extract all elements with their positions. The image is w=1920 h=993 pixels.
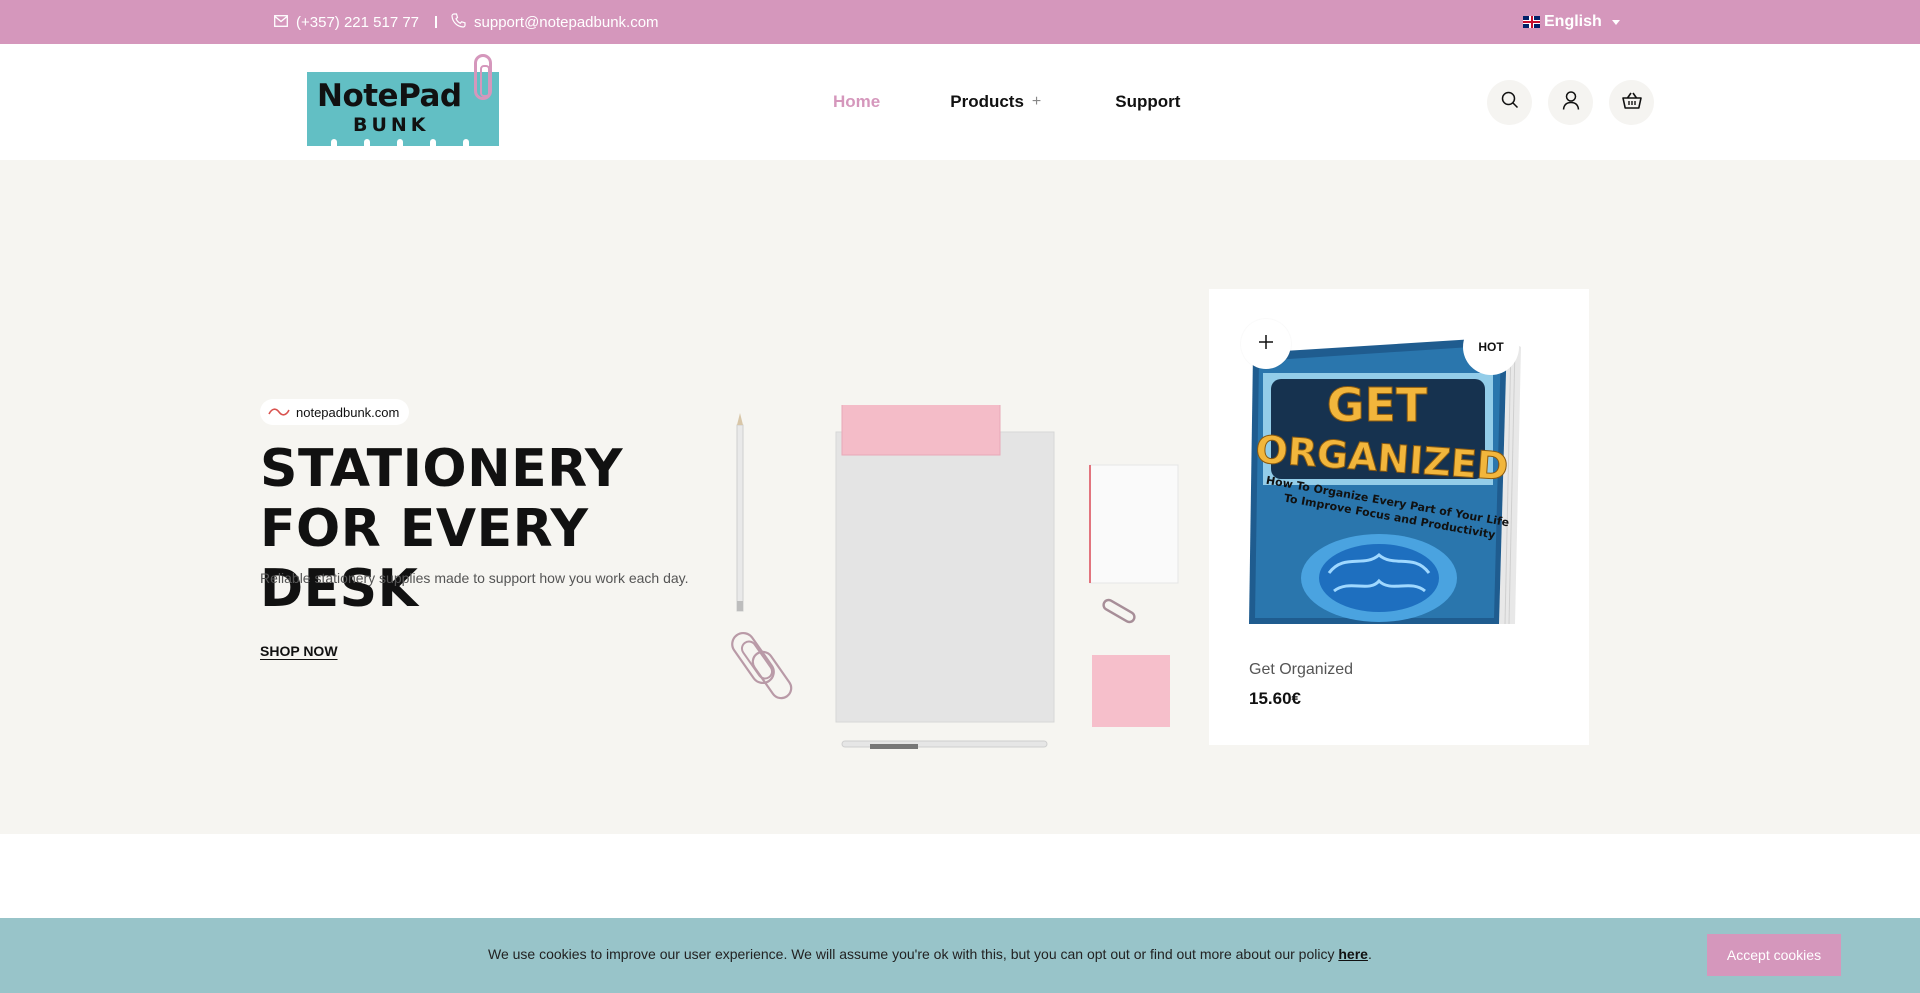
- stationery-image: [730, 402, 1180, 765]
- hero-title: STATIONERY FOR EVERY DESK: [260, 439, 624, 619]
- cookie-message: We use cookies to improve our user exper…: [488, 946, 1372, 962]
- hero-subtitle: Reliable stationery supplies made to sup…: [260, 570, 689, 586]
- phone-icon: [451, 12, 466, 32]
- search-icon: [1501, 91, 1519, 114]
- nav-home[interactable]: Home: [833, 92, 880, 112]
- site-badge: notepadbunk.com: [260, 399, 410, 425]
- uk-flag-icon: [1523, 16, 1540, 28]
- phone-number: (+357) 221 517 77: [296, 13, 420, 31]
- nav-products[interactable]: Products +: [950, 92, 1041, 112]
- nav-products-label: Products: [950, 92, 1024, 111]
- wave-icon: [268, 405, 290, 420]
- cookie-message-end: .: [1367, 946, 1372, 962]
- paperclip-icon: [474, 54, 492, 100]
- main-nav: Home Products + Support: [833, 44, 1180, 160]
- email-address: support@notepadbunk.com: [474, 13, 659, 31]
- user-icon: [1562, 90, 1580, 115]
- contact-info: (+357) 221 517 77 support@notepadbunk.co…: [274, 0, 659, 44]
- chevron-down-icon: [1611, 19, 1620, 25]
- account-button[interactable]: [1548, 80, 1593, 125]
- hero-section: notepadbunk.com STATIONERY FOR EVERY DES…: [0, 160, 1920, 834]
- language-label: English: [1544, 13, 1602, 30]
- mail-icon: [274, 14, 288, 31]
- search-button[interactable]: [1487, 80, 1532, 125]
- nav-support[interactable]: Support: [1115, 92, 1180, 112]
- product-price: 15.60€: [1249, 689, 1301, 708]
- top-bar: (+357) 221 517 77 support@notepadbunk.co…: [0, 0, 1920, 44]
- cookie-banner: We use cookies to improve our user exper…: [0, 918, 1920, 993]
- basket-icon: [1621, 92, 1642, 114]
- site-logo[interactable]: NotePad BUNK: [307, 72, 499, 149]
- cookie-message-text: We use cookies to improve our user exper…: [488, 946, 1339, 962]
- hot-badge: HOT: [1463, 319, 1519, 375]
- shop-now-link[interactable]: SHOP NOW: [260, 643, 338, 659]
- email-contact[interactable]: support@notepadbunk.com: [451, 12, 659, 32]
- divider: [435, 16, 438, 28]
- cookie-policy-link[interactable]: here: [1338, 946, 1368, 962]
- quick-add-button[interactable]: [1241, 319, 1291, 369]
- product-image[interactable]: GET ORGANIZED How To Organize Every Part…: [1209, 289, 1589, 624]
- logo-text-notepad: NotePad: [317, 78, 462, 114]
- plus-icon: +: [1031, 93, 1042, 110]
- cart-button[interactable]: [1609, 80, 1654, 125]
- logo-text-bunk: BUNK: [353, 114, 430, 136]
- language-selector[interactable]: English: [1523, 0, 1620, 44]
- product-name[interactable]: Get Organized: [1249, 661, 1353, 679]
- logo-binding-holes: [331, 139, 469, 149]
- phone-contact[interactable]: (+357) 221 517 77: [274, 14, 419, 31]
- site-badge-text: notepadbunk.com: [296, 404, 400, 420]
- site-header: NotePad BUNK Home Products + Support: [0, 44, 1920, 160]
- product-card[interactable]: GET ORGANIZED How To Organize Every Part…: [1209, 289, 1589, 745]
- book-cover-title-1: GET: [1327, 378, 1428, 432]
- accept-cookies-button[interactable]: Accept cookies: [1707, 934, 1841, 976]
- plus-icon: [1259, 334, 1273, 354]
